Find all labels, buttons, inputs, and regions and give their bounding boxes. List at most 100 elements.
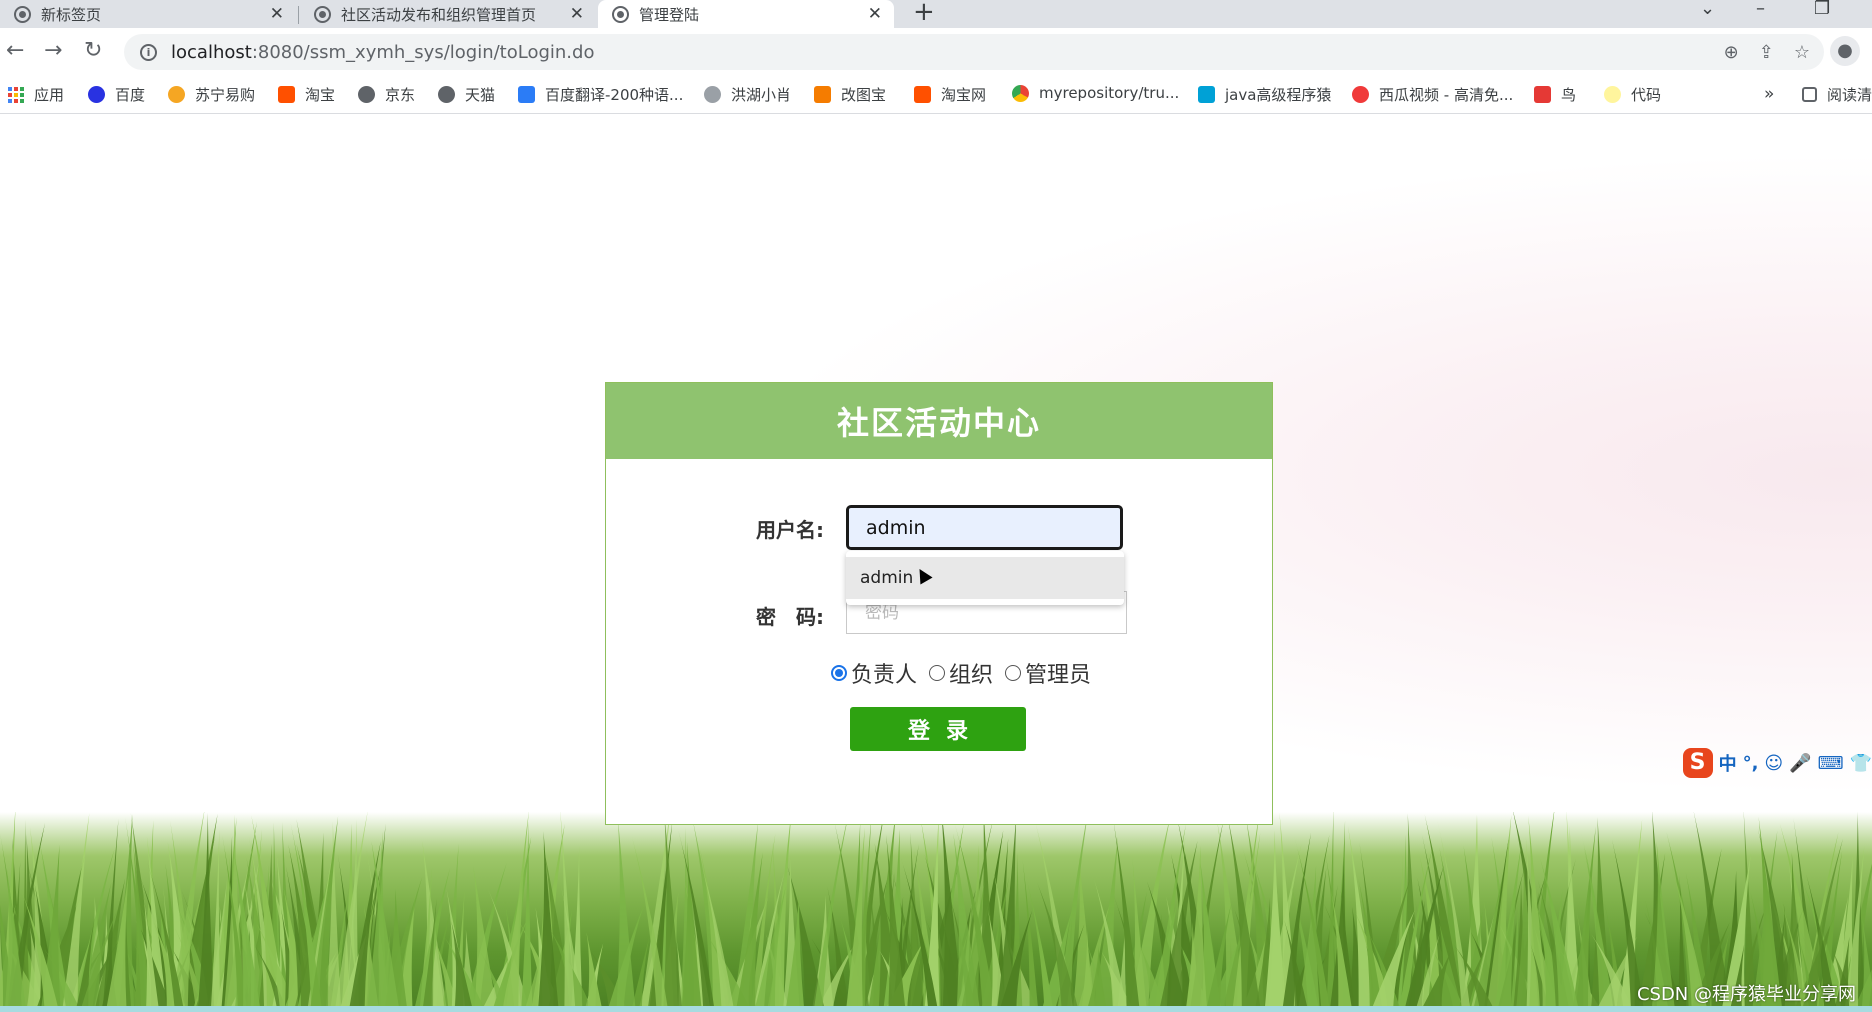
bookmark-star-icon[interactable]: ☆ — [1794, 42, 1810, 63]
close-icon[interactable]: ✕ — [270, 4, 284, 24]
reading-list-icon — [1802, 87, 1817, 102]
grass-background — [0, 812, 1872, 1012]
close-icon[interactable]: ✕ — [570, 4, 584, 24]
bookmark-label: 百度翻译-200种语... — [545, 86, 684, 104]
taobao-icon — [278, 86, 295, 103]
new-tab-button[interactable]: + — [913, 0, 935, 27]
url-path: :8080/ssm_xymh_sys/login/toLogin.do — [251, 41, 595, 63]
role-label: 负责人 — [851, 663, 918, 688]
role-label: 组织 — [949, 663, 994, 688]
bookmark-code[interactable]: 代码 — [1604, 84, 1661, 105]
site-info-icon[interactable]: i — [140, 43, 157, 61]
taobao-icon — [914, 86, 931, 103]
baidu-icon — [88, 86, 105, 103]
login-header: 社区活动中心 — [606, 383, 1272, 459]
ime-voice-icon[interactable]: 🎤 — [1789, 753, 1811, 774]
ime-emoji-icon[interactable]: ☺ — [1764, 753, 1783, 774]
bookmark-jd[interactable]: 京东 — [358, 84, 415, 105]
bookmark-bird[interactable]: 鸟 — [1534, 84, 1576, 105]
tab-community-home[interactable]: 社区活动发布和组织管理首页 ✕ — [300, 0, 596, 28]
bookmark-label: 代码 — [1631, 86, 1662, 104]
bookmark-tmall[interactable]: 天猫 — [438, 84, 495, 105]
bookmark-label: 应用 — [34, 86, 65, 104]
bookmark-label: 淘宝网 — [941, 86, 987, 104]
close-icon[interactable]: ✕ — [868, 4, 882, 24]
bird-icon — [704, 86, 721, 103]
bottom-strip — [0, 1006, 1872, 1012]
bookmark-label: 西瓜视频 - 高清免... — [1379, 86, 1514, 104]
bookmark-myrepository[interactable]: myrepository/tru... — [1012, 84, 1179, 102]
role-radio-group: 负责人 组织 管理员 — [831, 657, 1103, 689]
url-host: localhost — [171, 41, 252, 63]
bookmark-label: myrepository/tru... — [1039, 84, 1180, 102]
globe-icon — [438, 86, 455, 103]
tab-bar: 新标签页 ✕ 社区活动发布和组织管理首页 ✕ 管理登陆 ✕ + ⌄ – ❐ — [0, 0, 1872, 28]
bookmark-suning[interactable]: 苏宁易购 — [168, 84, 255, 105]
globe-icon — [358, 86, 375, 103]
reading-list-button[interactable]: 阅读清 — [1802, 84, 1872, 105]
tab-title: 新标签页 — [41, 5, 102, 24]
ime-skin-icon[interactable]: 👕 — [1850, 753, 1872, 774]
bookmark-label: 改图宝 — [841, 86, 887, 104]
bookmark-honghu[interactable]: 洪湖小肖 — [704, 84, 791, 105]
omnibox[interactable]: i localhost:8080/ssm_xymh_sys/login/toLo… — [124, 34, 1824, 70]
role-radio-leader[interactable]: 负责人 — [831, 657, 917, 689]
bookmark-apps[interactable]: 应用 — [8, 84, 64, 105]
radio-unchecked-icon[interactable] — [929, 665, 946, 681]
sogou-ime-logo[interactable]: S — [1682, 748, 1713, 778]
address-bar-row: ← → ↻ i localhost:8080/ssm_xymh_sys/logi… — [0, 28, 1872, 76]
tab-title: 管理登陆 — [639, 5, 700, 24]
role-label: 管理员 — [1025, 663, 1092, 688]
suning-icon — [168, 86, 185, 103]
bookmark-label: 京东 — [385, 86, 416, 104]
radio-unchecked-icon[interactable] — [1005, 665, 1022, 681]
ime-punctuation-icon[interactable]: °, — [1743, 753, 1759, 774]
password-label: 密 码: — [756, 605, 824, 629]
ime-toolbar: S 中 °, ☺ 🎤 ⌨ 👕 — [1679, 746, 1872, 780]
apps-grid-icon — [8, 86, 24, 103]
reading-list-label: 阅读清 — [1827, 86, 1872, 104]
ime-keyboard-icon[interactable]: ⌨ — [1818, 753, 1844, 774]
tab-title: 社区活动发布和组织管理首页 — [341, 5, 537, 24]
bookmark-baidu-translate[interactable]: 百度翻译-200种语... — [518, 84, 683, 105]
bookmark-java[interactable]: java高级程序猿 — [1198, 84, 1331, 105]
bookmark-xigua[interactable]: 西瓜视频 - 高清免... — [1352, 84, 1513, 105]
chrome-tab-icon — [14, 5, 31, 23]
radio-checked-icon[interactable] — [831, 665, 847, 681]
url-text[interactable]: localhost:8080/ssm_xymh_sys/login/toLogi… — [171, 42, 594, 63]
minimize-icon[interactable]: – — [1756, 0, 1765, 19]
more-bookmarks-button[interactable]: » — [1764, 84, 1774, 104]
baidu-translate-icon — [518, 86, 535, 103]
bookmarks-bar: 应用 百度 苏宁易购 淘宝 京东 天猫 百度翻译-200种语... 洪湖小肖 改… — [0, 76, 1872, 114]
profile-avatar-icon[interactable]: ● — [1830, 36, 1860, 66]
chrome-icon — [1012, 84, 1029, 102]
ime-chinese-mode[interactable]: 中 — [1719, 750, 1737, 776]
tab-admin-login[interactable]: 管理登陆 ✕ — [598, 0, 894, 28]
bookmark-taobaowang[interactable]: 淘宝网 — [914, 84, 986, 105]
tab-new-tab[interactable]: 新标签页 ✕ — [0, 0, 296, 28]
reload-icon[interactable]: ↻ — [84, 38, 102, 63]
restore-icon[interactable]: ❐ — [1814, 0, 1830, 19]
login-title: 社区活动中心 — [836, 404, 1041, 442]
role-radio-admin[interactable]: 管理员 — [1005, 657, 1091, 689]
forward-arrow-icon[interactable]: → — [44, 38, 62, 63]
bookmark-label: 苏宁易购 — [195, 86, 256, 104]
gaitubao-icon — [814, 86, 831, 103]
tab-search-chevron-icon[interactable]: ⌄ — [1700, 0, 1715, 19]
page-content: 社区活动中心 用户名: 密 码: admin 负责人 组织 管理员 — [0, 114, 1872, 1012]
share-icon[interactable]: ⇪ — [1759, 42, 1774, 63]
bookmark-taobao[interactable]: 淘宝 — [278, 84, 335, 105]
username-input[interactable] — [846, 505, 1123, 550]
login-button[interactable]: 登录 — [850, 707, 1026, 751]
bookmark-label: 洪湖小肖 — [731, 86, 792, 104]
role-radio-organization[interactable]: 组织 — [929, 657, 993, 689]
bookmark-gaitubao[interactable]: 改图宝 — [814, 84, 886, 105]
csdn-watermark: CSDN @程序猿毕业分享网 — [1636, 984, 1856, 1005]
bookmark-baidu[interactable]: 百度 — [88, 84, 145, 105]
globe-icon — [612, 5, 629, 23]
zoom-icon[interactable]: ⊕ — [1724, 42, 1739, 63]
bilibili-icon — [1198, 86, 1215, 103]
back-arrow-icon[interactable]: ← — [6, 38, 24, 63]
xigua-icon — [1352, 86, 1369, 103]
autocomplete-item[interactable]: admin — [846, 557, 1124, 599]
